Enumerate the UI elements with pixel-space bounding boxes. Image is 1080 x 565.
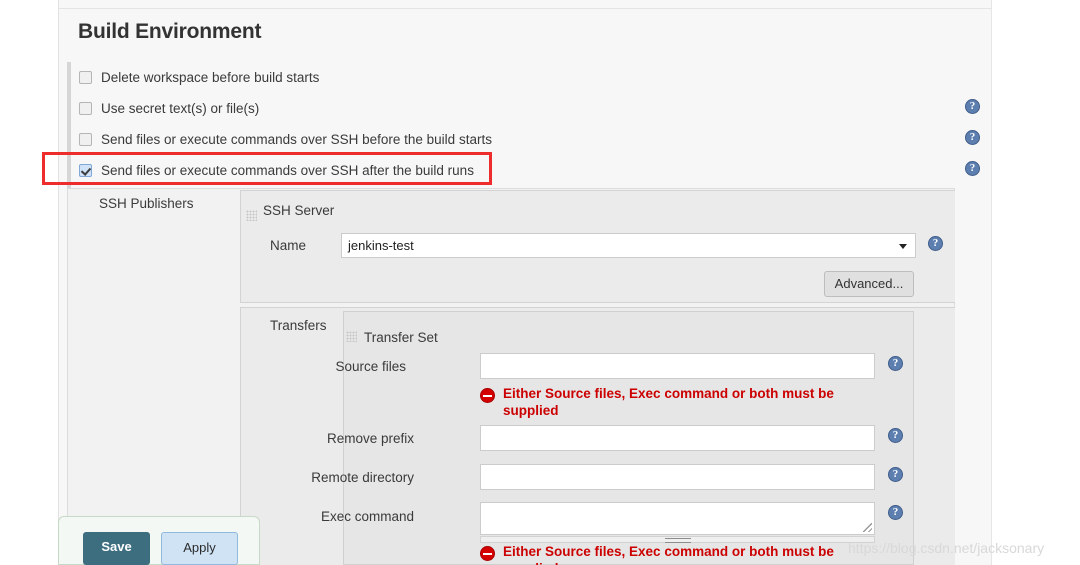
resize-handle-icon[interactable] xyxy=(863,523,872,532)
delete-workspace-checkbox[interactable] xyxy=(79,70,92,84)
checkbox-label: Use secret text(s) or file(s) xyxy=(101,100,260,116)
help-icon[interactable]: ? xyxy=(888,428,903,443)
remote-directory-input[interactable] xyxy=(480,464,875,490)
error-icon xyxy=(480,388,495,403)
checkbox-row-ssh-after-build[interactable]: Send files or execute commands over SSH … xyxy=(79,159,474,181)
ssh-server-panel-title: SSH Server xyxy=(263,203,335,218)
source-files-label: Source files xyxy=(335,359,406,374)
help-icon[interactable]: ? xyxy=(928,236,943,251)
checkbox-label: Send files or execute commands over SSH … xyxy=(101,162,474,178)
page-title: Build Environment xyxy=(78,20,262,43)
name-field-label: Name xyxy=(269,238,306,253)
use-secret-text-checkbox[interactable] xyxy=(79,101,92,115)
remove-prefix-input[interactable] xyxy=(480,425,875,451)
ssh-server-name-select[interactable]: jenkins-test xyxy=(341,233,916,258)
advanced-button[interactable]: Advanced... xyxy=(824,271,914,297)
checkbox-row-ssh-before-build[interactable]: Send files or execute commands over SSH … xyxy=(79,128,492,150)
drag-handle-icon[interactable] xyxy=(346,331,357,342)
save-button[interactable]: Save xyxy=(83,532,150,565)
remote-directory-label: Remote directory xyxy=(311,470,414,485)
checkbox-label: Send files or execute commands over SSH … xyxy=(101,131,492,147)
exec-command-textarea[interactable] xyxy=(480,502,875,535)
transfer-set-panel-title: Transfer Set xyxy=(364,330,438,345)
checkbox-label: Delete workspace before build starts xyxy=(101,69,320,85)
ssh-after-build-checkbox[interactable] xyxy=(79,163,92,177)
textarea-drag-bar[interactable] xyxy=(480,536,875,543)
help-icon[interactable]: ? xyxy=(888,356,903,371)
ssh-server-name-value: jenkins-test xyxy=(348,238,414,253)
exec-command-error: Either Source files, Exec command or bot… xyxy=(480,543,840,565)
help-icon[interactable]: ? xyxy=(888,467,903,482)
apply-button[interactable]: Apply xyxy=(161,532,238,565)
help-icon[interactable]: ? xyxy=(888,505,903,520)
chevron-down-icon xyxy=(899,244,907,249)
ssh-before-build-checkbox[interactable] xyxy=(79,132,92,146)
remove-prefix-label: Remove prefix xyxy=(326,431,414,446)
error-text: Either Source files, Exec command or bot… xyxy=(503,544,834,565)
transfers-label: Transfers xyxy=(270,318,327,333)
help-icon[interactable]: ? xyxy=(965,99,980,114)
error-icon xyxy=(480,546,495,561)
source-files-error: Either Source files, Exec command or bot… xyxy=(480,385,840,419)
source-files-input[interactable] xyxy=(480,353,875,379)
exec-command-label: Exec command xyxy=(320,509,414,524)
jenkins-job-config-page: Build Environment Delete workspace befor… xyxy=(0,0,1080,565)
top-divider xyxy=(58,8,992,9)
ssh-publishers-label: SSH Publishers xyxy=(99,196,194,211)
drag-handle-icon[interactable] xyxy=(246,210,257,221)
error-text: Either Source files, Exec command or bot… xyxy=(503,386,834,418)
checkbox-row-delete-workspace[interactable]: Delete workspace before build starts xyxy=(79,66,319,88)
checkbox-row-use-secret-text[interactable]: Use secret text(s) or file(s) xyxy=(79,97,259,119)
help-icon[interactable]: ? xyxy=(965,161,980,176)
help-icon[interactable]: ? xyxy=(965,130,980,145)
